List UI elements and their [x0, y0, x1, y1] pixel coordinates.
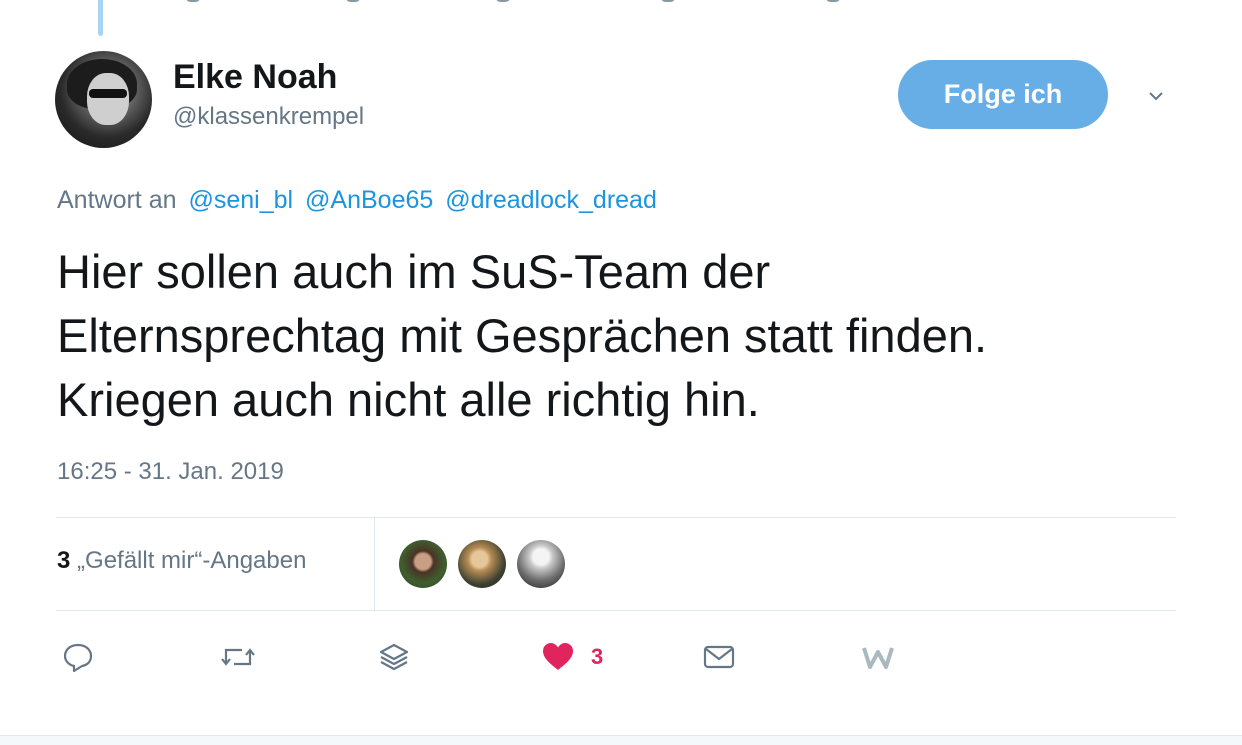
tweet-line: Hier sollen auch im SuS-Team der — [57, 245, 771, 298]
tweet-text: Hier sollen auch im SuS-Team der Elterns… — [57, 240, 1207, 432]
author-avatar[interactable] — [55, 51, 152, 148]
layers-icon — [379, 643, 409, 671]
tweet-timestamp[interactable]: 16:25 - 31. Jan. 2019 — [57, 458, 284, 486]
likes-number: 3 — [57, 547, 71, 574]
author-name[interactable]: Elke Noah — [173, 58, 337, 97]
layers-button[interactable] — [378, 640, 410, 674]
like-count: 3 — [591, 644, 604, 669]
retweet-button[interactable] — [220, 640, 256, 674]
tweet-line: Elternsprechtag mit Gesprächen statt fin… — [57, 309, 988, 362]
mail-icon — [703, 645, 735, 669]
reply-icon — [63, 643, 93, 673]
retweet-icon — [221, 648, 255, 666]
stats-vertical-divider — [374, 518, 375, 610]
avatar-face — [87, 73, 129, 125]
direct-message-button[interactable] — [703, 640, 735, 674]
previous-tweet-actions-cutoff — [160, 0, 860, 4]
mention-link[interactable]: @seni_bl — [188, 186, 293, 214]
author-handle[interactable]: @klassenkrempel — [173, 103, 364, 131]
heart-icon — [543, 643, 573, 670]
w-icon — [862, 647, 894, 669]
mention-link[interactable]: @dreadlock_dread — [445, 186, 657, 214]
reply-to-line: Antwort an @seni_bl @AnBoe65 @dreadlock_… — [57, 186, 657, 215]
stats-divider-top — [56, 517, 1176, 518]
liker-avatar[interactable] — [517, 540, 565, 588]
liker-avatar[interactable] — [399, 540, 447, 588]
extension-button[interactable] — [861, 640, 895, 674]
mention-link[interactable]: @AnBoe65 — [305, 186, 433, 214]
stats-divider-bottom — [56, 610, 1176, 611]
liker-avatar[interactable] — [458, 540, 506, 588]
follow-button[interactable]: Folge ich — [898, 60, 1108, 129]
like-button[interactable]: 3 — [541, 640, 603, 674]
reply-button[interactable] — [62, 640, 94, 674]
likes-label: „Gefällt mir“-Angaben — [77, 547, 307, 574]
reply-prefix: Antwort an — [57, 186, 177, 214]
likes-stat[interactable]: 3 „Gefällt mir“-Angaben — [57, 547, 306, 575]
thread-connector-line — [98, 0, 103, 36]
chevron-down-icon[interactable] — [1148, 88, 1164, 104]
avatar-sunglasses — [89, 89, 127, 98]
tweet-line: Kriegen auch nicht alle richtig hin. — [57, 373, 760, 426]
